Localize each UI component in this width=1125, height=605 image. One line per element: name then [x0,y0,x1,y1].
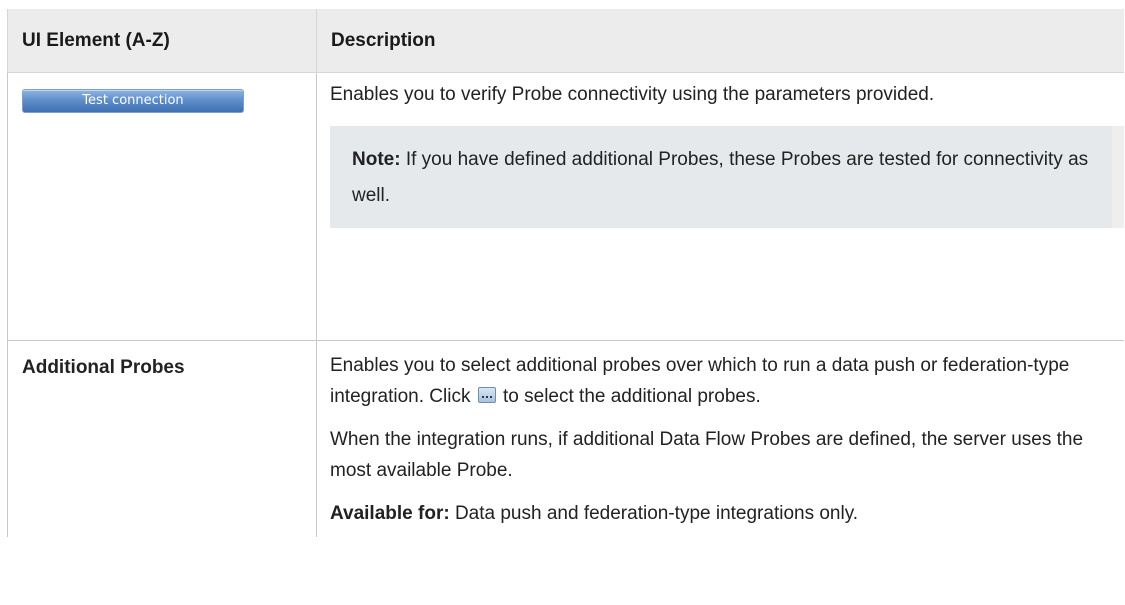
header-ui-element: UI Element (A-Z) [7,9,317,73]
table-row: Additional Probes Enables you to select … [7,340,1124,537]
table-row: Test connection Enables you to verify Pr… [7,72,1124,341]
ui-element-cell: Test connection [7,72,317,341]
note-paragraph: Note: If you have defined additional Pro… [352,142,1090,214]
note-box: Note: If you have defined additional Pro… [330,126,1124,228]
description-text: Enables you to verify Probe connectivity… [330,84,935,105]
available-label: Available for: [330,503,450,524]
ui-element-label: Additional Probes [22,357,185,378]
table-header-row: UI Element (A-Z) Description [7,9,1124,73]
documentation-page: UI Element (A-Z) Description Test connec… [0,0,1125,605]
note-text: If you have defined additional Probes, t… [352,149,1089,206]
ui-element-cell: Additional Probes [7,340,317,537]
ellipsis-browse-icon[interactable] [477,387,496,403]
available-text: Data push and federation-type integratio… [454,503,859,524]
ui-elements-table: UI Element (A-Z) Description Test connec… [7,9,1124,537]
description-text-2: When the integration runs, if additional… [330,429,1084,481]
availability-text: Available for: Data push and federation-… [330,498,1110,529]
description-cell: Enables you to verify Probe connectivity… [316,72,1124,341]
description-text: Enables you to select additional probes … [330,350,1110,412]
test-connection-button[interactable]: Test connection [22,89,244,113]
note-label: Note: [352,149,401,170]
description-cell: Enables you to select additional probes … [316,340,1124,537]
description-part2: to select the additional probes. [503,386,761,407]
header-description: Description [316,9,1124,73]
